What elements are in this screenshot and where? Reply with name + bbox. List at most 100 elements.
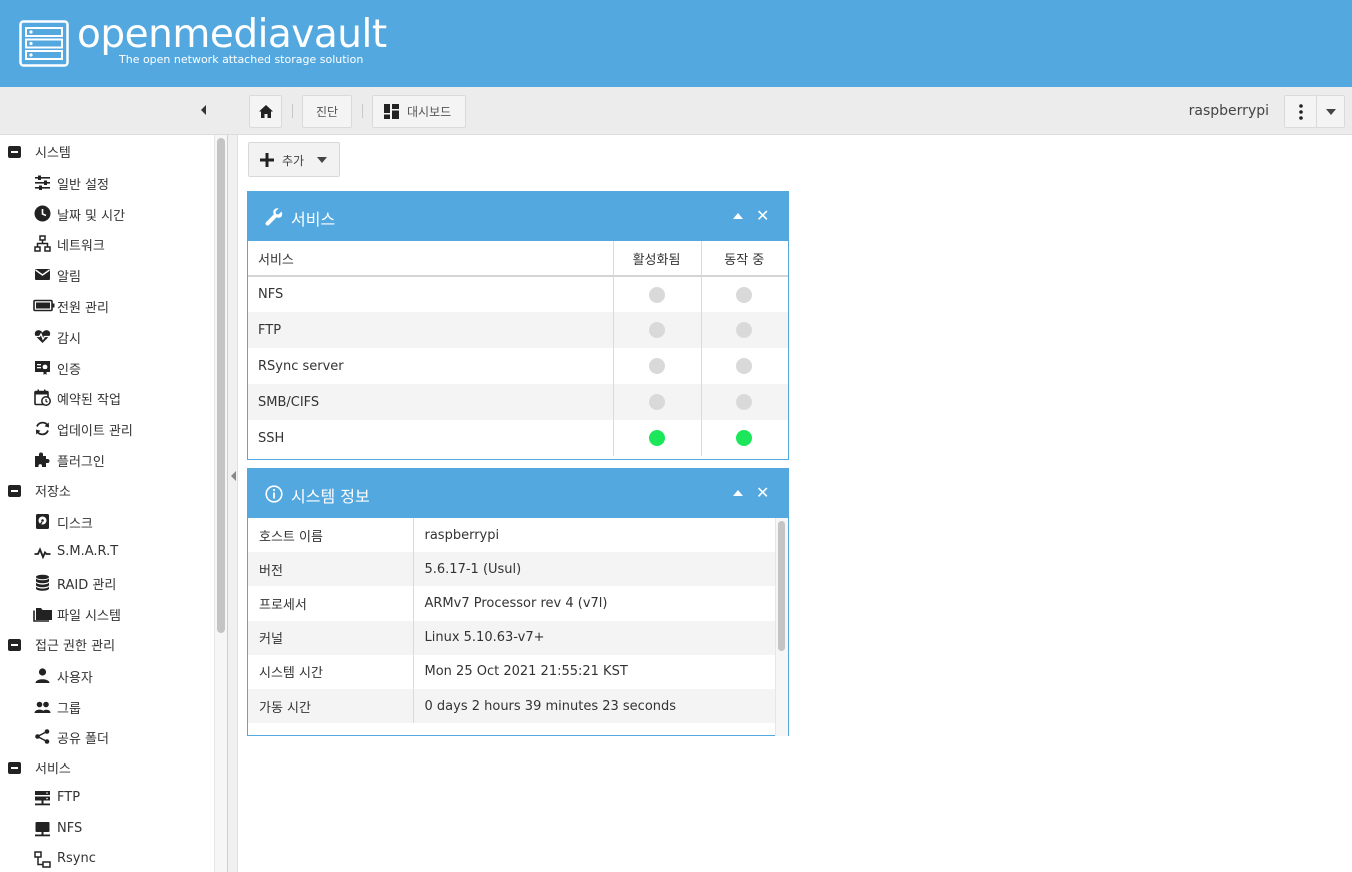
sidebar-item-label: 일반 설정 — [57, 178, 109, 193]
sidebar-group-storage[interactable]: 저장소 — [0, 475, 214, 505]
sidebar-item-plugins[interactable]: 플러그인 — [0, 444, 214, 474]
sidebar-item-label: 알림 — [57, 270, 81, 285]
sidebar-group-system[interactable]: 시스템 — [0, 136, 214, 166]
services-widget-title: 서비스 — [291, 210, 336, 229]
breadcrumb-separator — [292, 104, 293, 118]
breadcrumb-diagnostics[interactable]: 진단 — [302, 95, 352, 128]
sidebar-group-label: 접근 권한 관리 — [35, 638, 116, 654]
collapse-minus-icon — [8, 762, 21, 774]
sidebar-item-filesystems[interactable]: 파일 시스템 — [0, 598, 214, 628]
column-header[interactable]: 서비스 — [248, 241, 613, 277]
service-name: SSH — [258, 430, 285, 446]
refresh-icon — [36, 421, 49, 436]
close-widget-icon[interactable]: ✕ — [756, 206, 769, 225]
sidebar-item-scheduled-jobs[interactable]: 예약된 작업 — [0, 382, 214, 412]
sidebar-item-label: 파일 시스템 — [57, 609, 121, 624]
system-info-scrollbar-thumb[interactable] — [778, 521, 785, 651]
sidebar-item-monitoring[interactable]: 감시 — [0, 321, 214, 351]
network-icon — [34, 235, 51, 252]
user-menu-dropdown[interactable] — [1316, 95, 1345, 128]
sidebar-item-ftp[interactable]: FTP — [0, 783, 214, 813]
running-status-indicator — [736, 358, 753, 374]
sidebar-item-shared-folders[interactable]: 공유 폴더 — [0, 721, 214, 751]
sidebar-item-label: 네트워크 — [57, 239, 105, 254]
running-cell — [700, 384, 788, 420]
home-button[interactable] — [249, 95, 282, 128]
collapse-widget-icon[interactable] — [733, 490, 743, 496]
running-cell — [700, 348, 788, 384]
disk-icon — [36, 514, 49, 529]
logo-icon — [19, 20, 69, 67]
table-row[interactable]: SSH — [248, 420, 788, 456]
dashboard-icon — [384, 104, 399, 119]
service-name: FTP — [248, 312, 613, 348]
mail-icon — [35, 269, 50, 280]
sidebar-item-power[interactable]: 전원 관리 — [0, 290, 214, 320]
monitor-icon — [35, 822, 50, 837]
caret-down-icon — [317, 157, 327, 163]
enabled-cell — [612, 420, 701, 456]
splitter-collapse-icon[interactable] — [231, 471, 236, 481]
enabled-cell — [612, 276, 701, 312]
user-icon — [35, 668, 50, 683]
running-cell — [700, 276, 788, 312]
sidebar-item-rsync[interactable]: Rsync — [0, 844, 214, 872]
sidebar-item-certificates[interactable]: 인증 — [0, 352, 214, 382]
sidebar-splitter[interactable] — [228, 135, 238, 872]
plus-icon — [260, 153, 274, 167]
heartbeat-icon — [34, 330, 51, 343]
table-row[interactable]: NFS — [248, 276, 788, 312]
collapse-sidebar-icon[interactable] — [198, 102, 210, 118]
sidebar-item-network[interactable]: 네트워크 — [0, 228, 214, 258]
sidebar-item-disks[interactable]: 디스크 — [0, 506, 214, 536]
info-key: 커널 — [248, 620, 414, 655]
sidebar-item-users[interactable]: 사용자 — [0, 660, 214, 690]
table-row[interactable]: SMB/CIFS — [248, 384, 788, 420]
sidebar-scrollbar-thumb[interactable] — [217, 138, 225, 633]
sidebar-item-label: 플러그인 — [57, 455, 105, 470]
puzzle-icon — [35, 452, 50, 467]
services-widget: 서비스 ✕ 서비스 활성화됨 동작 중 NFS FTP RSync server SM… — [247, 191, 789, 460]
brand-name: openmediavault — [77, 12, 387, 57]
sidebar-group-services[interactable]: 서비스 — [0, 752, 214, 782]
services-widget-header: 서비스 ✕ — [248, 192, 788, 241]
app-header: openmediavault The open network attached… — [0, 0, 1352, 87]
column-header[interactable]: 활성화됨 — [612, 241, 701, 277]
column-header[interactable]: 동작 중 — [700, 241, 788, 277]
breadcrumb-dashboard-label: 대시보드 — [407, 105, 452, 119]
home-icon — [258, 105, 273, 118]
sidebar-item-nfs[interactable]: NFS — [0, 814, 214, 844]
pulse-icon — [34, 547, 51, 560]
sidebar-item-label: 예약된 작업 — [57, 393, 121, 408]
breadcrumb-separator — [362, 104, 363, 118]
sidebar-item-notifications[interactable]: 알림 — [0, 259, 214, 289]
sidebar-item-groups[interactable]: 그룹 — [0, 691, 214, 721]
services-table: 서비스 활성화됨 동작 중 NFS FTP RSync server SMB/CIFS… — [248, 241, 788, 456]
enabled-status-indicator — [648, 322, 665, 338]
info-value: ARMv7 Processor rev 4 (v7l) — [424, 595, 608, 611]
sidebar-item-update-management[interactable]: 업데이트 관리 — [0, 413, 214, 443]
sidebar-item-label: RAID 관리 — [57, 578, 117, 593]
more-options-button[interactable] — [1284, 95, 1317, 128]
sidebar-item-date-time[interactable]: 날짜 및 시간 — [0, 198, 214, 228]
add-widget-button[interactable]: 추가 — [248, 142, 340, 177]
close-widget-icon[interactable]: ✕ — [756, 483, 769, 502]
sidebar-group-access-rights[interactable]: 접근 권한 관리 — [0, 629, 214, 659]
sidebar-item-general-settings[interactable]: 일반 설정 — [0, 167, 214, 197]
system-info-table: 호스트 이름 raspberrypi 버전 5.6.17-1 (Usul) 프로세서 AR… — [248, 518, 775, 724]
collapse-widget-icon[interactable] — [733, 213, 743, 219]
sidebar-item-label: S.M.A.R.T — [57, 544, 119, 559]
breadcrumb-dashboard[interactable]: 대시보드 — [372, 95, 466, 128]
database-icon — [36, 574, 49, 591]
info-value: raspberrypi — [424, 527, 500, 543]
table-row[interactable]: FTP — [248, 312, 788, 348]
sidebar-item-label: 업데이트 관리 — [57, 424, 133, 439]
sidebar-group-label: 저장소 — [35, 484, 71, 500]
sidebar-item-smart[interactable]: S.M.A.R.T — [0, 537, 214, 567]
sidebar-item-raid[interactable]: RAID 관리 — [0, 567, 214, 597]
enabled-status-indicator — [648, 286, 665, 303]
sidebar-item-label: FTP — [57, 790, 81, 805]
table-row[interactable]: RSync server — [248, 348, 788, 384]
running-cell — [700, 420, 788, 456]
sidebar: 시스템 일반 설정 날짜 및 시간 네트워크 알림 전원 관리 감시 인증 예약… — [0, 135, 228, 872]
